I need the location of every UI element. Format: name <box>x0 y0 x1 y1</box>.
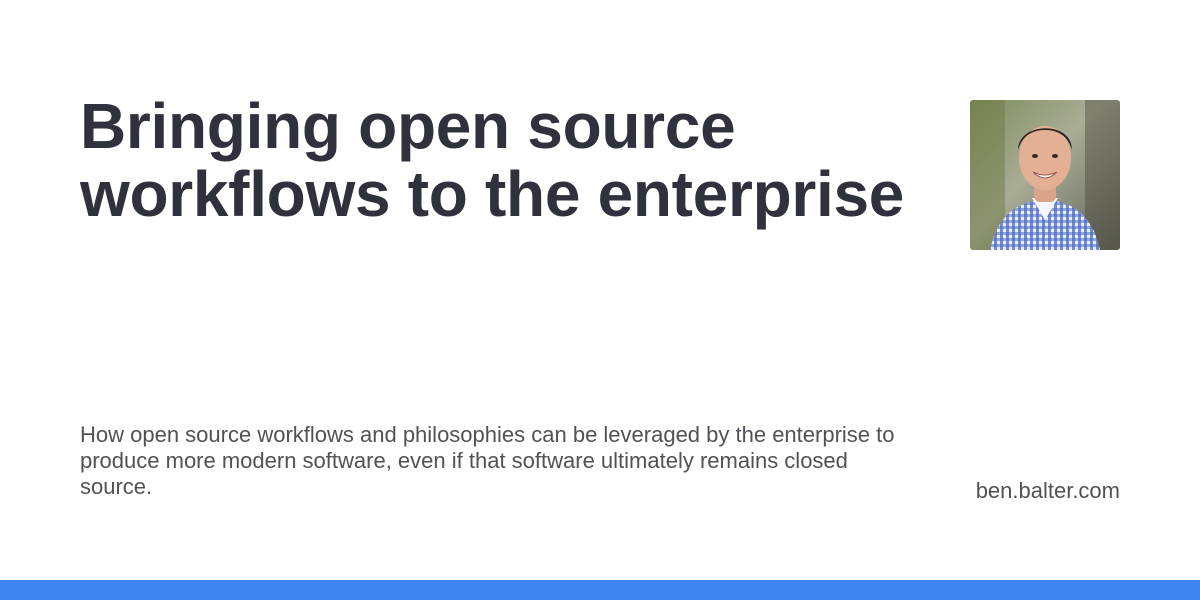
page-description: How open source workflows and philosophi… <box>80 422 895 499</box>
page-title: Bringing open source workflows to the en… <box>80 92 960 228</box>
social-card: Bringing open source workflows to the en… <box>0 0 1200 600</box>
title-line-2: workflows to the enterprise <box>80 158 905 230</box>
author-avatar <box>970 100 1120 250</box>
title-line-1: Bringing open source <box>80 90 736 162</box>
accent-bar <box>0 580 1200 600</box>
site-url: ben.balter.com <box>975 478 1120 503</box>
